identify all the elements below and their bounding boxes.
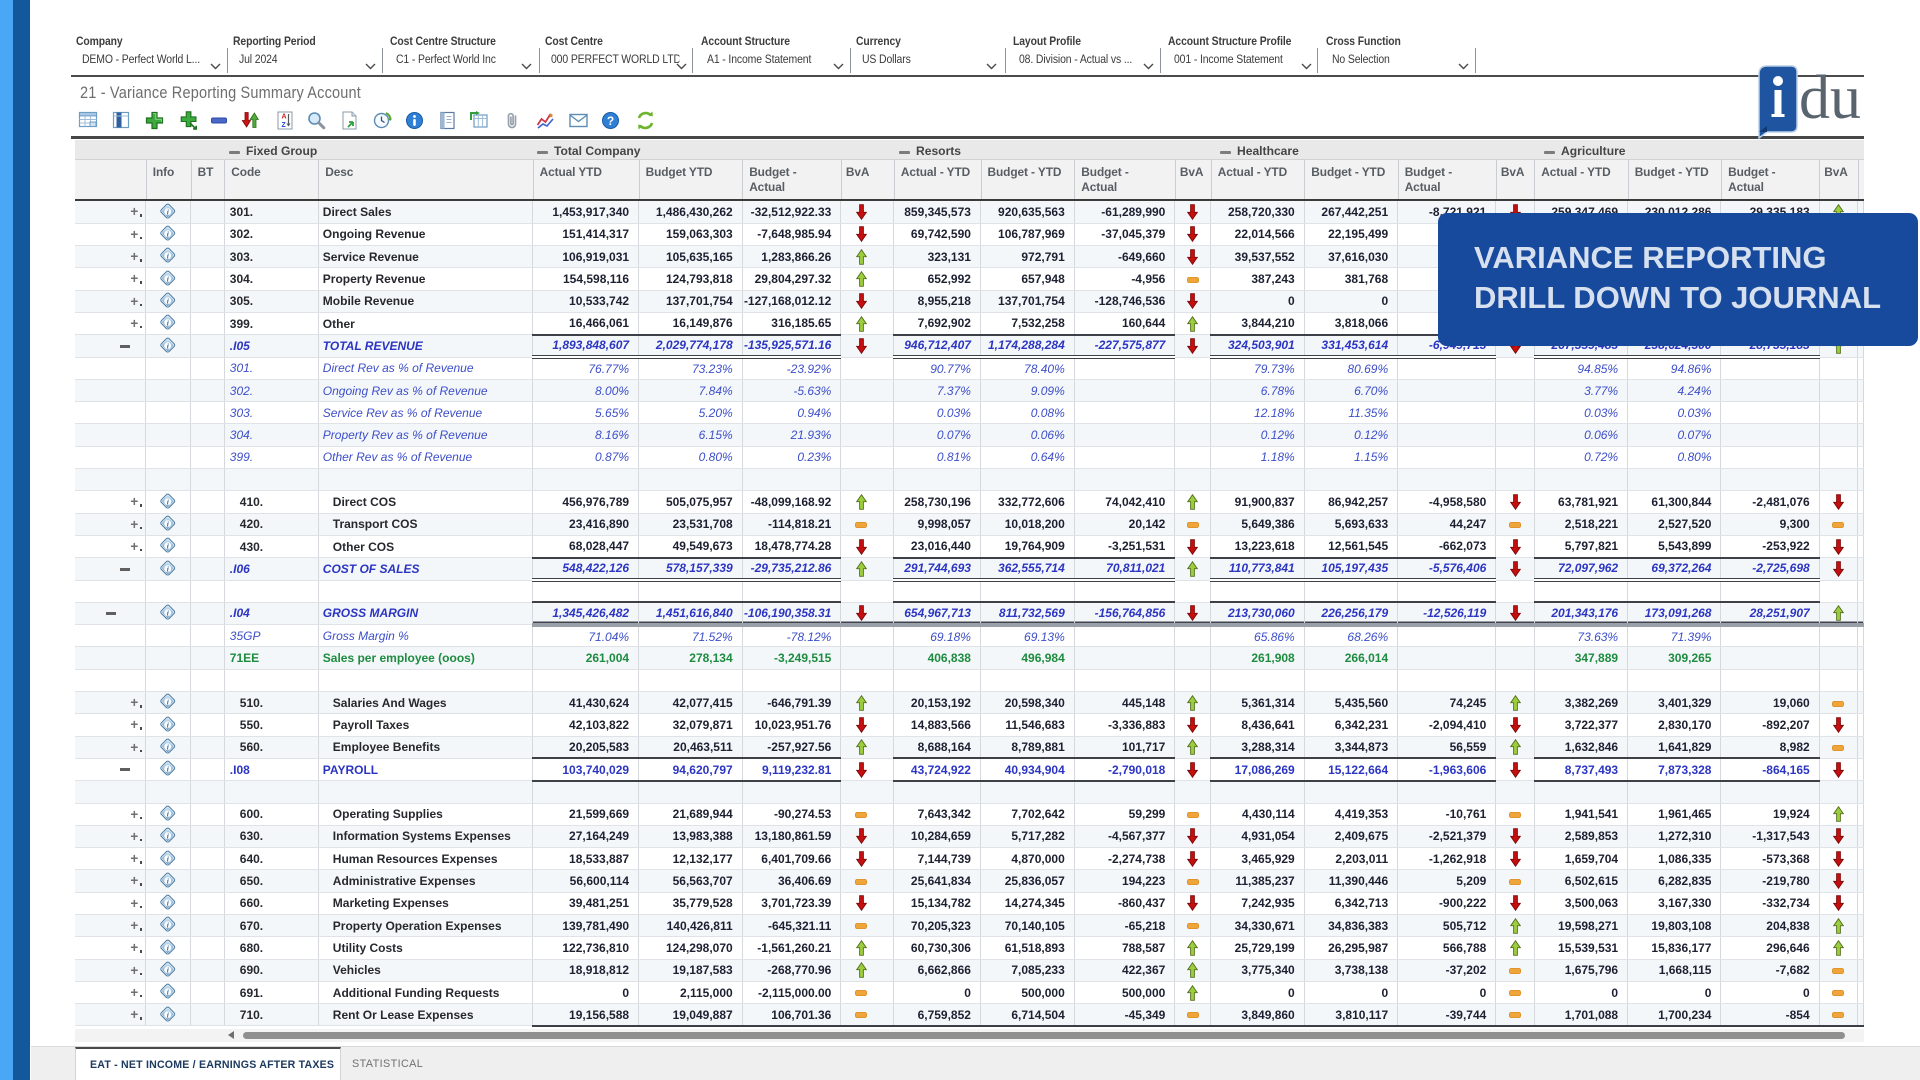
svg-text:Z: Z xyxy=(282,122,287,129)
svg-text:du: du xyxy=(1799,64,1861,132)
svg-text:?: ? xyxy=(607,114,614,128)
svg-text:A: A xyxy=(282,114,287,121)
